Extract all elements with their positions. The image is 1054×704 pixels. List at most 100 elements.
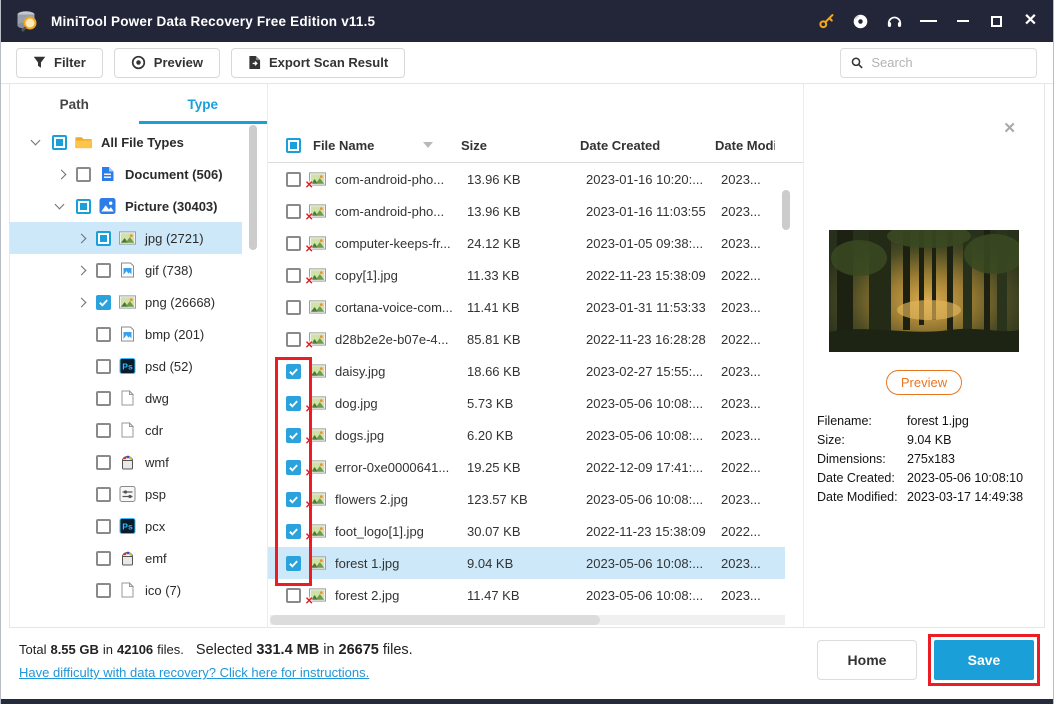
tree-item[interactable]: jpg (2721) <box>10 222 242 254</box>
key-icon[interactable] <box>818 13 835 30</box>
tab-type[interactable]: Type <box>138 88 267 124</box>
tree-item-checkbox[interactable] <box>96 422 111 438</box>
row-checkbox[interactable] <box>286 235 301 251</box>
chevron-right-icon[interactable] <box>76 297 96 307</box>
table-row[interactable]: copy[1].jpg 11.33 KB 2022-11-23 15:38:09 20… <box>268 259 785 291</box>
column-header-size[interactable]: Size <box>461 138 580 153</box>
tree-item[interactable]: bmp (201) <box>10 318 267 350</box>
sort-arrow-icon[interactable] <box>423 142 433 148</box>
table-row[interactable]: daisy.jpg 18.66 KB 2023-02-27 15:55:... 202… <box>268 355 785 387</box>
tree-item-checkbox[interactable] <box>96 486 111 502</box>
date-created-cell: 2023-05-06 10:08:... <box>586 427 704 443</box>
row-checkbox[interactable] <box>286 203 301 219</box>
tree-item[interactable]: gif (738) <box>10 254 267 286</box>
disc-icon[interactable] <box>852 13 869 30</box>
tree-item[interactable]: psp <box>10 478 267 510</box>
row-checkbox[interactable] <box>286 427 301 443</box>
row-checkbox[interactable] <box>286 171 301 187</box>
tree-item-checkbox[interactable] <box>96 326 111 342</box>
tab-path[interactable]: Path <box>10 88 139 124</box>
row-checkbox[interactable] <box>286 555 301 571</box>
maximize-icon[interactable] <box>988 13 1005 30</box>
preview-action-button[interactable]: Preview <box>886 370 962 395</box>
row-checkbox[interactable] <box>286 395 301 411</box>
table-row[interactable]: dog.jpg 5.73 KB 2023-05-06 10:08:... 2023..… <box>268 387 785 419</box>
tree-item[interactable]: wmf <box>10 446 267 478</box>
column-header-file-name[interactable]: File Name <box>313 138 423 153</box>
chevron-down-icon[interactable] <box>30 135 52 146</box>
sidebar-scrollbar-thumb[interactable] <box>249 125 257 250</box>
table-vertical-scrollbar-thumb[interactable] <box>782 190 790 230</box>
search-input[interactable] <box>871 55 1026 70</box>
tree-item-checkbox[interactable] <box>96 294 111 310</box>
tree-item-label: All File Types <box>101 134 184 150</box>
preview-panel: ✕ Preview Filename: forest 1.jpg Size: 9… <box>803 84 1044 627</box>
help-link[interactable]: Have difficulty with data recovery? Clic… <box>19 665 369 680</box>
row-checkbox[interactable] <box>286 363 301 379</box>
tree-item-checkbox[interactable] <box>96 454 111 470</box>
table-row[interactable]: d28b2e2e-b07e-4... 85.81 KB 2022-11-23 16:… <box>268 323 785 355</box>
preview-button[interactable]: Preview <box>113 47 220 78</box>
tree-item[interactable]: Document (506) <box>10 158 267 190</box>
chevron-right-icon[interactable] <box>76 233 96 243</box>
table-row[interactable]: flowers 2.jpg 123.57 KB 2023-05-06 10:08:.… <box>268 483 785 515</box>
menu-icon[interactable] <box>920 13 938 30</box>
row-checkbox[interactable] <box>286 523 301 539</box>
headphones-icon[interactable] <box>886 13 903 30</box>
preview-close-icon[interactable]: ✕ <box>1003 121 1016 136</box>
table-row[interactable]: error-0xe0000641... 19.25 KB 2022-12-09 17… <box>268 451 785 483</box>
table-row[interactable]: com-android-pho... 13.96 KB 2023-01-16 10:… <box>268 163 785 195</box>
tree-item-checkbox[interactable] <box>52 134 67 150</box>
search-box <box>840 47 1037 78</box>
table-row[interactable]: com-android-pho... 13.96 KB 2023-01-16 11:… <box>268 195 785 227</box>
close-icon[interactable]: ✕ <box>1022 13 1039 30</box>
select-all-checkbox[interactable] <box>286 137 301 153</box>
minimize-icon[interactable] <box>954 13 971 30</box>
tree-item-checkbox[interactable] <box>96 230 111 246</box>
tree-item[interactable]: Ps pcx <box>10 510 267 542</box>
tree-item[interactable]: dwg <box>10 382 267 414</box>
date-modified-cell: 2022... <box>721 523 761 539</box>
table-row[interactable]: foot_logo[1].jpg 30.07 KB 2022-11-23 15:38… <box>268 515 785 547</box>
tree-item[interactable]: emf <box>10 542 267 574</box>
tree-item-checkbox[interactable] <box>96 390 111 406</box>
row-checkbox[interactable] <box>286 587 301 603</box>
row-checkbox[interactable] <box>286 331 301 347</box>
tree-item-checkbox[interactable] <box>96 262 111 278</box>
horizontal-scrollbar-thumb[interactable] <box>270 615 600 625</box>
table-row[interactable]: computer-keeps-fr... 24.12 KB 2023-01-05 0… <box>268 227 785 259</box>
deleted-photo-file-icon <box>305 203 327 223</box>
column-header-date-created[interactable]: Date Created <box>580 138 715 153</box>
tree-item[interactable]: png (26668) <box>10 286 267 318</box>
export-scan-result-button[interactable]: Export Scan Result <box>230 47 406 78</box>
table-row[interactable]: cortana-voice-com... 11.41 KB 2023-01-31 1… <box>268 291 785 323</box>
tree-item-checkbox[interactable] <box>96 358 111 374</box>
tree-item-checkbox[interactable] <box>76 166 91 182</box>
tree-item[interactable]: All File Types <box>10 126 267 158</box>
save-button[interactable]: Save <box>934 640 1034 680</box>
chevron-right-icon[interactable] <box>56 169 76 179</box>
row-checkbox[interactable] <box>286 459 301 475</box>
tree-item-checkbox[interactable] <box>76 198 91 214</box>
tree-item[interactable]: Picture (30403) <box>10 190 267 222</box>
chevron-right-icon[interactable] <box>76 265 96 275</box>
table-row[interactable]: dogs.jpg 6.20 KB 2023-05-06 10:08:... 2023.… <box>268 419 785 451</box>
column-header-date-modified[interactable]: Date Modif <box>715 138 775 153</box>
tree-item-label: emf <box>145 550 167 566</box>
tree-item[interactable]: ico (7) <box>10 574 267 606</box>
home-button[interactable]: Home <box>817 640 917 680</box>
chevron-down-icon[interactable] <box>54 199 76 210</box>
table-horizontal-scrollbar[interactable] <box>270 615 785 625</box>
table-row[interactable]: forest 2.jpg 11.47 KB 2023-05-06 10:08:...… <box>268 579 785 611</box>
tree-item-checkbox[interactable] <box>96 550 111 566</box>
row-checkbox[interactable] <box>286 299 301 315</box>
tree-item[interactable]: cdr <box>10 414 267 446</box>
image-icon <box>119 262 137 279</box>
row-checkbox[interactable] <box>286 491 301 507</box>
table-row[interactable]: forest 1.jpg 9.04 KB 2023-05-06 10:08:... 2… <box>268 547 785 579</box>
row-checkbox[interactable] <box>286 267 301 283</box>
tree-item[interactable]: Ps psd (52) <box>10 350 267 382</box>
tree-item-checkbox[interactable] <box>96 582 111 598</box>
tree-item-checkbox[interactable] <box>96 518 111 534</box>
filter-button[interactable]: Filter <box>16 47 103 78</box>
